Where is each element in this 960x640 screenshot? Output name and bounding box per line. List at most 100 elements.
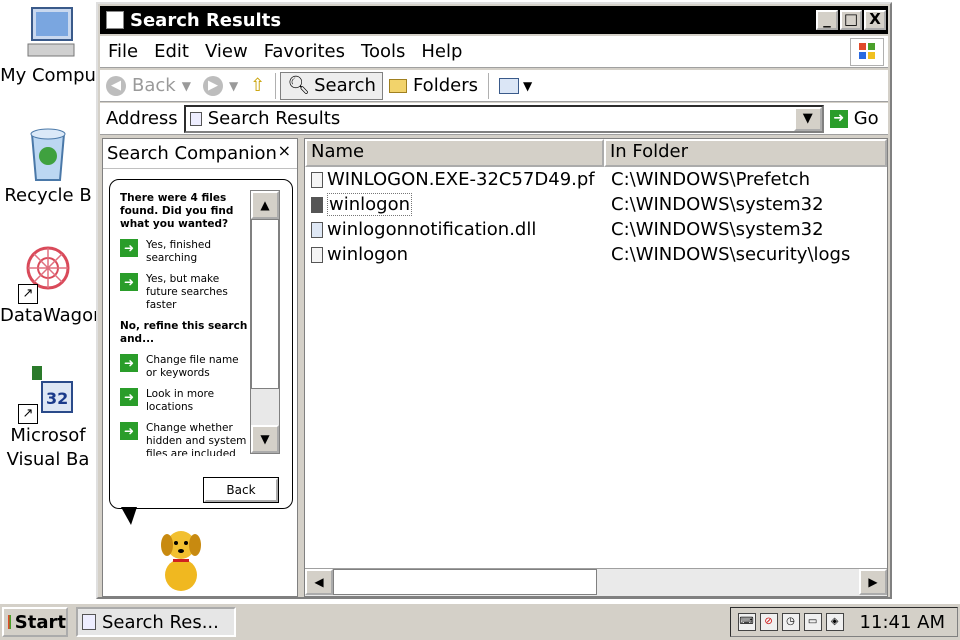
search-companion-header: Search Companion × [103, 139, 297, 169]
chevron-down-icon[interactable]: ▼ [182, 79, 191, 93]
option-faster-searches[interactable]: ➜ Yes, but make future searches faster [120, 273, 248, 312]
search-results-icon [189, 111, 202, 126]
forward-button[interactable]: ▶ ▼ [197, 72, 244, 100]
horizontal-scrollbar[interactable]: ◀ ▶ [305, 568, 887, 596]
option-more-locations[interactable]: ➜ Look in more locations [120, 388, 248, 414]
windows-flag-icon [8, 615, 11, 629]
scroll-left-button[interactable]: ◀ [305, 569, 333, 595]
scroll-thumb[interactable] [251, 219, 279, 389]
shortcut-arrow-icon: ↗ [18, 404, 38, 424]
search-icon: 🔍︎ [287, 75, 311, 96]
go-button[interactable]: ➜ Go [829, 108, 879, 129]
scroll-up-button[interactable]: ▲ [251, 191, 279, 219]
option-finished[interactable]: ➜ Yes, finished searching [120, 239, 248, 265]
scroll-down-button[interactable]: ▼ [251, 425, 279, 453]
prefetch-file-icon [311, 171, 323, 188]
address-value: Search Results [207, 108, 341, 129]
menu-view[interactable]: View [197, 41, 256, 62]
go-arrow-icon: ➜ [829, 109, 848, 128]
table-row[interactable]: winlogon C:\WINDOWS\security\logs [305, 242, 850, 267]
search-button[interactable]: 🔍︎ Search [280, 71, 383, 100]
desktop-icon-my-computer[interactable]: My Compu [0, 4, 96, 88]
scroll-thumb[interactable] [333, 569, 597, 595]
windows-logo-icon [850, 38, 884, 66]
menu-edit[interactable]: Edit [146, 41, 197, 62]
file-folder: C:\WINDOWS\system32 [611, 194, 824, 215]
companion-back-button[interactable]: Back [203, 477, 279, 503]
up-folder-button[interactable]: ⇧ [244, 72, 271, 100]
file-name: winlogon [327, 244, 408, 265]
update-icon[interactable]: ◈ [825, 613, 844, 631]
title-bar[interactable]: Search Results _ □ X [100, 6, 888, 34]
search-results-window: Search Results _ □ X File Edit View Favo… [96, 2, 892, 599]
file-folder: C:\WINDOWS\Prefetch [611, 169, 810, 190]
companion-scrollbar[interactable]: ▲ ▼ [250, 190, 280, 454]
window-title: Search Results [130, 9, 282, 31]
desktop-icon-visual-basic[interactable]: 32 ↗ Microsof Visual Ba [0, 364, 96, 472]
green-arrow-icon: ➜ [120, 273, 138, 291]
close-pane-button[interactable]: × [278, 141, 291, 160]
security-icon[interactable]: ⊘ [759, 613, 778, 631]
close-button[interactable]: X [864, 10, 886, 30]
chevron-down-icon: ▼ [522, 78, 533, 93]
standard-toolbar: ◀ Back ▼ ▶ ▼ ⇧ 🔍︎ Search Folders ▼ [100, 70, 888, 102]
menu-favorites[interactable]: Favorites [256, 41, 353, 62]
menu-file[interactable]: File [100, 41, 146, 62]
back-button[interactable]: ◀ Back ▼ [100, 72, 197, 100]
menu-tools[interactable]: Tools [353, 41, 413, 62]
menu-help[interactable]: Help [413, 41, 470, 62]
taskbar: Start Search Res... ⌨ ⊘ ◷ ▭ ◈ 11:41 AM [0, 602, 960, 640]
column-header-name[interactable]: Name [305, 139, 604, 167]
views-button[interactable]: ▼ [493, 72, 538, 100]
clock-tray-icon[interactable]: ◷ [781, 613, 800, 631]
desktop-icon-datawagon[interactable]: ↗ DataWagon [0, 244, 96, 328]
table-row[interactable]: winlogon C:\WINDOWS\system32 [305, 192, 824, 217]
refine-heading: No, refine this search and... [120, 320, 248, 345]
folder-icon [388, 78, 407, 93]
scroll-right-button[interactable]: ▶ [859, 569, 887, 595]
clock[interactable]: 11:41 AM [860, 612, 945, 633]
taskbar-button-search-results[interactable]: Search Res... [76, 607, 236, 637]
network-icon[interactable]: ▭ [803, 613, 822, 631]
address-label: Address [106, 108, 178, 129]
companion-content: There were 4 files found. Did you find w… [120, 192, 248, 456]
search-dog-icon[interactable] [151, 523, 211, 593]
svg-text:32: 32 [46, 389, 68, 408]
address-input[interactable]: Search Results ▼ [183, 104, 824, 133]
chevron-down-icon[interactable]: ▼ [229, 79, 238, 93]
green-arrow-icon: ➜ [120, 239, 138, 257]
folders-button[interactable]: Folders [383, 72, 484, 100]
results-summary: There were 4 files found. Did you find w… [120, 192, 234, 230]
window-icon [106, 11, 124, 29]
file-folder: C:\WINDOWS\system32 [611, 219, 824, 240]
minimize-button[interactable]: _ [816, 10, 838, 30]
green-arrow-icon: ➜ [120, 422, 138, 440]
address-dropdown-button[interactable]: ▼ [793, 106, 822, 131]
back-arrow-icon: ◀ [106, 75, 126, 96]
start-button[interactable]: Start [2, 607, 68, 637]
desktop-icon-label: My Compu [0, 65, 96, 86]
desktop-icon-label: Microsof [10, 425, 86, 446]
table-row[interactable]: winlogonnotification.dll C:\WINDOWS\syst… [305, 217, 824, 242]
toolbar-separator [275, 72, 277, 99]
forward-arrow-icon: ▶ [202, 75, 223, 96]
option-label: Yes, but make future searches faster [146, 273, 228, 311]
table-row[interactable]: WINLOGON.EXE-32C57D49.pf C:\WINDOWS\Pref… [305, 167, 810, 192]
option-label: Change whether hidden and system files a… [146, 422, 247, 456]
maximize-button[interactable]: □ [840, 10, 862, 30]
column-header-in-folder[interactable]: In Folder [603, 139, 887, 167]
option-change-file-name[interactable]: ➜ Change file name or keywords [120, 354, 248, 380]
option-label: Change file name or keywords [146, 354, 239, 379]
start-label: Start [14, 611, 66, 633]
executable-icon [311, 196, 323, 213]
system-tray: ⌨ ⊘ ◷ ▭ ◈ 11:41 AM [730, 607, 958, 637]
search-companion-pane: Search Companion × There were 4 files fo… [102, 138, 298, 597]
toolbar-separator [487, 72, 489, 99]
up-folder-icon: ⇧ [250, 75, 266, 96]
desktop-icon-recycle-bin[interactable]: Recycle B [0, 124, 96, 208]
results-list: Name In Folder WINLOGON.EXE-32C57D49.pf … [304, 138, 888, 597]
green-arrow-icon: ➜ [120, 388, 138, 406]
keyboard-icon[interactable]: ⌨ [737, 613, 756, 631]
option-hidden-system-files[interactable]: ➜ Change whether hidden and system files… [120, 422, 248, 456]
desktop-icon-label: DataWagon [0, 305, 96, 326]
